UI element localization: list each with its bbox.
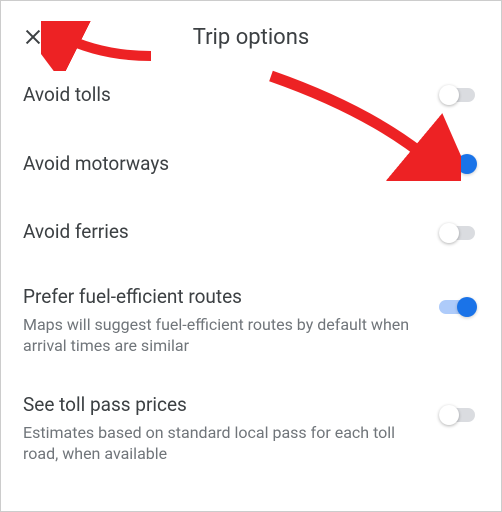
page-title: Trip options [193, 25, 309, 50]
option-label: See toll pass prices [23, 393, 419, 418]
option-description: Estimates based on standard local pass f… [23, 422, 419, 465]
toggle-avoid-tolls[interactable] [439, 83, 479, 107]
close-button[interactable] [19, 23, 47, 51]
option-avoid-ferries[interactable]: Avoid ferries [23, 198, 479, 267]
toggle-toll-pass-prices[interactable] [439, 403, 479, 427]
close-icon [22, 26, 44, 48]
option-description: Maps will suggest fuel-efficient routes … [23, 314, 419, 357]
option-label: Avoid motorways [23, 152, 419, 177]
option-toll-pass-prices[interactable]: See toll pass prices Estimates based on … [23, 375, 479, 483]
toggle-avoid-ferries[interactable] [439, 221, 479, 245]
options-list: Avoid tolls Avoid motorways Avoid ferrie… [1, 61, 501, 483]
option-fuel-efficient[interactable]: Prefer fuel-efficient routes Maps will s… [23, 267, 479, 375]
toggle-avoid-motorways[interactable] [439, 152, 479, 176]
option-label: Avoid tolls [23, 83, 419, 108]
option-label: Avoid ferries [23, 220, 419, 245]
option-label: Prefer fuel-efficient routes [23, 285, 419, 310]
header: Trip options [1, 1, 501, 61]
toggle-fuel-efficient[interactable] [439, 295, 479, 319]
option-avoid-tolls[interactable]: Avoid tolls [23, 61, 479, 130]
option-avoid-motorways[interactable]: Avoid motorways [23, 130, 479, 199]
